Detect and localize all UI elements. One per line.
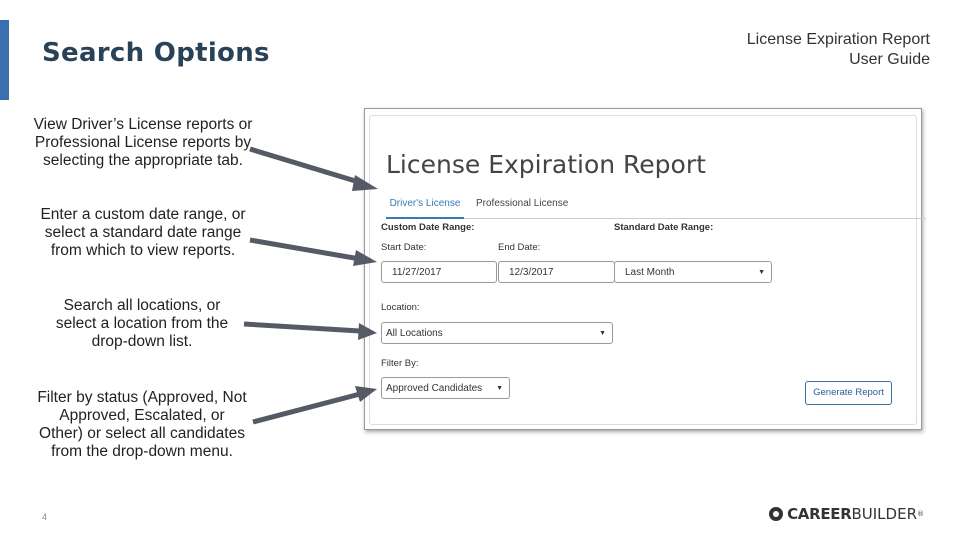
arrow-dates bbox=[249, 237, 361, 262]
arrow-tabs-head bbox=[352, 175, 378, 191]
arrow-location-head bbox=[358, 323, 377, 340]
arrow-filter-head bbox=[355, 386, 377, 402]
logo-reg-mark: ® bbox=[917, 510, 924, 518]
arrow-tabs bbox=[249, 146, 363, 186]
arrow-filter bbox=[252, 391, 361, 425]
logo-mark-icon bbox=[769, 507, 784, 521]
logo-text-light: BUILDER bbox=[851, 505, 917, 523]
arrow-location bbox=[243, 321, 361, 334]
careerbuilder-logo-icon: CAREER BUILDER ® bbox=[769, 505, 924, 523]
logo-text-bold: CAREER bbox=[787, 505, 852, 523]
page-number: 4 bbox=[42, 512, 48, 522]
arrow-dates-head bbox=[353, 250, 377, 266]
pointer-arrows bbox=[243, 146, 378, 425]
